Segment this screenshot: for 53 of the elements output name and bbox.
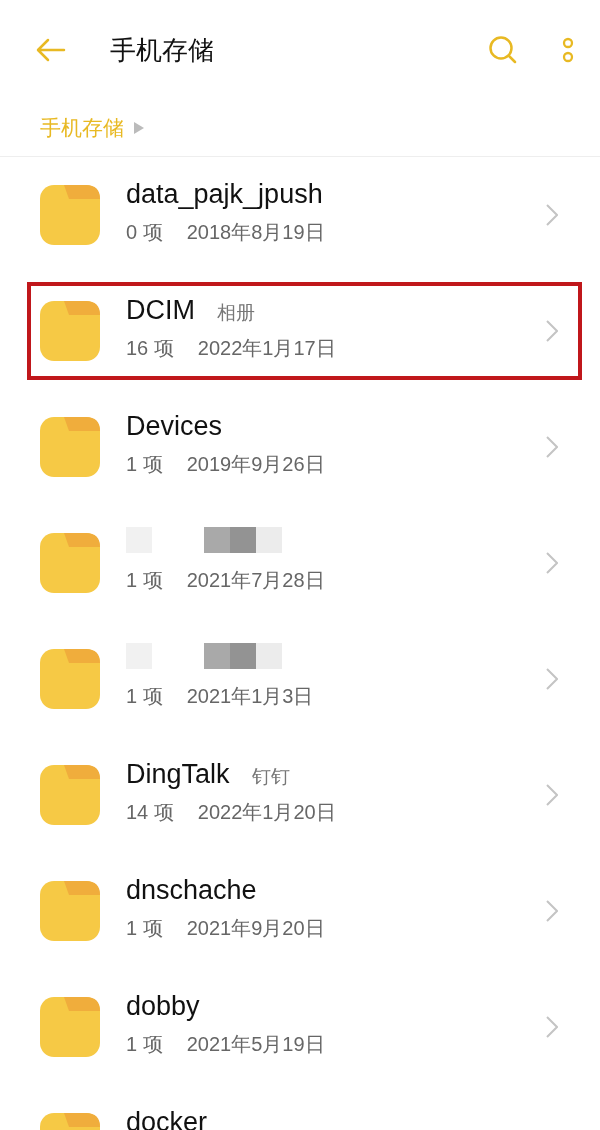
modified-date: 2022年1月17日 — [197, 336, 336, 361]
folder-name: dnschache — [126, 875, 257, 906]
folder-row[interactable]: 1 项 2021年1月3日 — [27, 630, 582, 728]
modified-date: 2021年5月19日 — [186, 1032, 325, 1057]
folder-name: DingTalk — [126, 759, 230, 790]
folder-icon — [40, 185, 100, 245]
chevron-right-icon — [546, 784, 558, 806]
folder-name: dobby — [126, 991, 200, 1022]
folder-name: data_pajk_jpush — [126, 179, 323, 210]
item-count: 1 项 — [126, 916, 163, 941]
chevron-right-icon — [546, 900, 558, 922]
chevron-right-icon — [546, 1016, 558, 1038]
chevron-right-icon — [546, 552, 558, 574]
breadcrumb-arrow-icon — [134, 122, 144, 134]
folder-icon — [40, 765, 100, 825]
folder-row[interactable]: dobby 1 项 2021年5月19日 — [27, 978, 582, 1076]
chevron-right-icon — [546, 204, 558, 226]
item-count: 16 项 — [126, 336, 174, 361]
folder-name: Devices — [126, 411, 223, 442]
folder-row[interactable]: Devices 1 项 2019年9月26日 — [27, 398, 582, 496]
more-button[interactable] — [562, 37, 574, 63]
item-count: 1 项 — [126, 1032, 163, 1057]
chevron-right-icon — [546, 320, 558, 342]
modified-date: 2019年9月26日 — [186, 452, 325, 477]
folder-icon — [40, 417, 100, 477]
chevron-right-icon — [546, 436, 558, 458]
modified-date: 2021年7月28日 — [186, 568, 325, 593]
back-button[interactable] — [36, 38, 66, 62]
folder-row[interactable]: DingTalk 钉钉 14 项 2022年1月20日 — [27, 746, 582, 844]
item-count: 14 项 — [126, 800, 174, 825]
folder-icon — [40, 997, 100, 1057]
folder-icon — [40, 881, 100, 941]
modified-date: 2021年9月20日 — [186, 916, 325, 941]
folder-row[interactable]: dnschache 1 项 2021年9月20日 — [27, 862, 582, 960]
folder-alias: 钉钉 — [251, 765, 290, 789]
modified-date: 2018年8月19日 — [186, 220, 325, 245]
modified-date: 2021年1月3日 — [186, 684, 314, 709]
item-count: 1 项 — [126, 684, 163, 709]
folder-icon — [40, 533, 100, 593]
item-count: 1 项 — [126, 452, 163, 477]
folder-icon — [40, 301, 100, 361]
folder-alias: 相册 — [217, 301, 255, 325]
chevron-right-icon — [546, 668, 558, 690]
folder-row[interactable]: data_pajk_jpush 0 项 2018年8月19日 — [27, 166, 582, 264]
folder-row[interactable]: 1 项 2021年7月28日 — [27, 514, 582, 612]
item-count: 0 项 — [126, 220, 163, 245]
folder-icon — [40, 649, 100, 709]
search-button[interactable] — [488, 35, 518, 65]
page-title: 手机存储 — [110, 33, 215, 67]
highlight-frame[interactable]: DCIM 相册 16 项 2022年1月17日 — [27, 282, 582, 380]
modified-date: 2022年1月20日 — [197, 800, 336, 825]
item-count: 1 项 — [126, 568, 163, 593]
folder-name: DCIM — [126, 295, 195, 326]
